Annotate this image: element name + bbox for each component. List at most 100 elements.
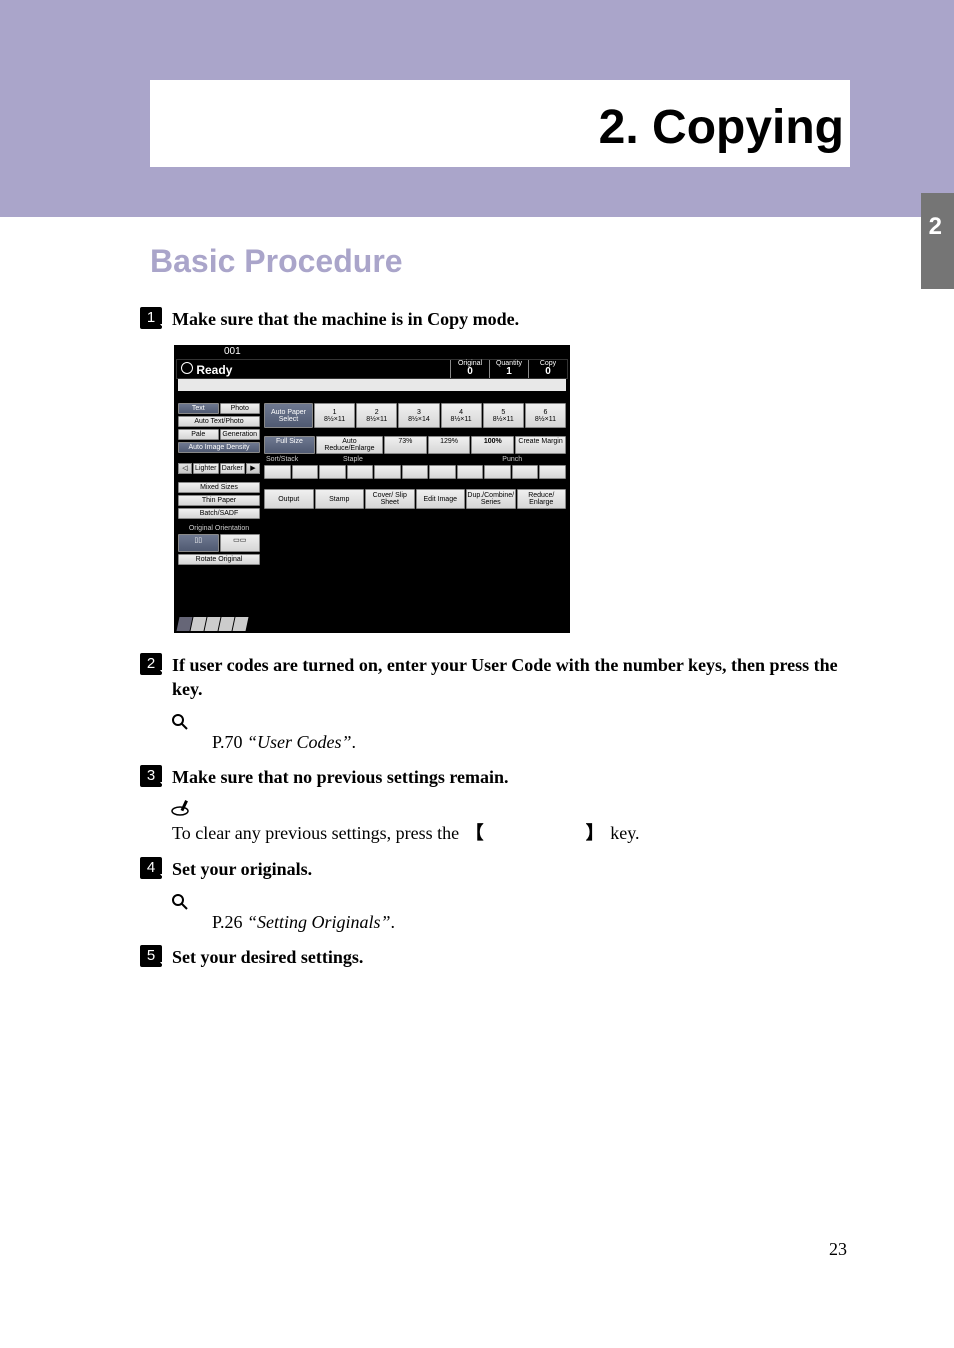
ss-tray-2: 2 8½×11 <box>356 403 397 428</box>
ss-sort-4-icon <box>347 465 374 479</box>
ref-period-2: . <box>352 732 357 752</box>
step-number-icon: 2 <box>140 653 162 675</box>
ss-staple-3-icon <box>429 465 456 479</box>
step-3-note-after: key. <box>610 823 639 843</box>
step-2-text: If user codes are turned on, enter your … <box>172 653 850 701</box>
main-content: 1 Make sure that the machine is in Copy … <box>140 302 850 979</box>
clear-modes-key: 【Clear Modes】 <box>464 819 606 845</box>
ss-staple-2-icon <box>402 465 429 479</box>
ss-top-right: Original 0 Quantity 1 Copy 0 <box>450 360 567 378</box>
ss-body: Text Photo Auto Text/Photo Pale Generati… <box>178 403 566 613</box>
ready-dot-icon <box>181 362 193 374</box>
step-number-value: 5 <box>147 947 155 964</box>
ss-punch-2-icon <box>539 465 566 479</box>
ss-lighter-chip: Lighter <box>193 463 219 474</box>
step-number-value: 1 <box>147 309 155 326</box>
ss-full-size-chip: Full Size <box>264 436 315 454</box>
ss-sort-3-icon <box>319 465 346 479</box>
step-number-value: 2 <box>147 655 155 672</box>
step-2-text-span: If user codes are turned on, enter your … <box>172 655 838 675</box>
ss-orientation-row: ▯▯ ▭▭ <box>178 534 260 552</box>
ss-original-cell: Original 0 <box>450 360 489 378</box>
ss-status-bar: Ready Original 0 Quantity 1 Copy 0 <box>176 359 568 379</box>
step-4: 4 Set your originals. <box>140 857 850 881</box>
step-2: 2 If user codes are turned on, enter you… <box>140 653 850 701</box>
ss-auto-text-photo-chip: Auto Text/Photo <box>178 416 260 427</box>
reference-symbol-row-4 <box>170 892 850 910</box>
ss-tray-4-num: 4 <box>442 409 481 416</box>
side-tab: 2 <box>921 193 954 289</box>
ss-sort-1-icon <box>264 465 291 479</box>
ref-period-4: . <box>391 912 396 932</box>
ss-sort-row <box>264 465 566 479</box>
ss-tray-6: 6 8½×11 <box>525 403 566 428</box>
step-number-icon: 4 <box>140 857 162 879</box>
note-icon <box>170 799 190 817</box>
ss-staple-5-icon <box>484 465 511 479</box>
header-notch <box>150 167 193 217</box>
ss-tray-1: 1 8½×11 <box>314 403 355 428</box>
step-4-reference: P.26 “Setting Originals”. <box>212 912 850 933</box>
ss-tray-5: 5 8½×11 <box>483 403 524 428</box>
ss-dup-chip: Dup./Combine/ Series <box>466 489 516 509</box>
ss-label-row: Sort/Stack Staple Punch <box>264 456 566 463</box>
ss-mixed-chip: Mixed Sizes <box>178 482 260 493</box>
ss-tray-2-num: 2 <box>357 409 396 416</box>
ss-stamp-chip: Stamp <box>315 489 365 509</box>
ss-staple-4-icon <box>457 465 484 479</box>
ss-auto-density-chip: Auto Image Density <box>178 442 260 453</box>
ss-func-row: Output Stamp Cover/ Slip Sheet Edit Imag… <box>264 489 566 509</box>
ss-pale-chip: Pale <box>178 429 219 440</box>
ss-tray-1-size: 8½×11 <box>315 416 354 423</box>
side-tab-number: 2 <box>929 213 942 241</box>
ss-tray-6-size: 8½×11 <box>526 416 565 423</box>
ss-tray-3-num: 3 <box>399 409 438 416</box>
reference-icon <box>170 892 188 910</box>
ss-darker-arrow-icon: ▶ <box>246 463 260 474</box>
step-4-text: Set your originals. <box>172 857 850 881</box>
step-1: 1 Make sure that the machine is in Copy … <box>140 307 850 331</box>
ss-copy-cell: Copy 0 <box>528 360 567 378</box>
ss-counter: 001 <box>224 346 241 357</box>
ss-orient-portrait-icon: ▯▯ <box>178 534 219 552</box>
ss-thin-chip: Thin Paper <box>178 495 260 506</box>
ss-batch-chip: Batch/SADF <box>178 508 260 519</box>
ss-tray-4-size: 8½×11 <box>442 416 481 423</box>
step-number-icon: 3 <box>140 765 162 787</box>
ss-original-value: 0 <box>451 367 489 377</box>
ss-text-chip: Text <box>178 403 219 414</box>
step-2-text-after: key. <box>172 679 203 699</box>
ss-quantity-cell: Quantity 1 <box>489 360 528 378</box>
ss-tray-5-size: 8½×11 <box>484 416 523 423</box>
ss-orient-landscape-icon: ▭▭ <box>220 534 261 552</box>
step-number-value: 3 <box>147 767 155 784</box>
ss-counter-bar: 001 <box>174 345 570 359</box>
copier-screenshot: 001 Ready Original 0 Quantity 1 Copy 0 <box>174 345 570 633</box>
ss-rotate-chip: Rotate Original <box>178 554 260 565</box>
ss-tab-5 <box>233 617 249 631</box>
ss-lighter-arrow-icon: ◁ <box>178 463 192 474</box>
ss-auto-paper-chip: Auto Paper Select <box>264 403 313 428</box>
ref-page-2: P.70 <box>212 732 243 752</box>
step-3-note: To clear any previous settings, press th… <box>172 819 850 845</box>
ss-reduce-chip: Reduce/ Enlarge <box>517 489 567 509</box>
note-symbol-row <box>170 799 850 817</box>
step-1-text: Make sure that the machine is in Copy mo… <box>172 307 850 331</box>
step-number-icon: 1 <box>140 307 162 329</box>
ss-quantity-value: 1 <box>490 367 528 377</box>
ss-tray-4: 4 8½×11 <box>441 403 482 428</box>
ss-auto-re-chip: Auto Reduce/Enlarge <box>316 436 383 454</box>
step-2-reference: P.70 “User Codes”. <box>212 732 850 753</box>
ss-tray-3-size: 8½×14 <box>399 416 438 423</box>
ss-sort-2-icon <box>292 465 319 479</box>
ref-quote-2: “User Codes” <box>247 732 352 752</box>
ss-tray-5-num: 5 <box>484 409 523 416</box>
reference-symbol-row <box>170 711 850 729</box>
ss-right-panel: Auto Paper Select 1 8½×11 2 8½×11 3 8½×1… <box>264 403 566 613</box>
ss-ratio-row: Full Size Auto Reduce/Enlarge 73% 129% 1… <box>264 436 566 454</box>
ss-ratio-129: 129% <box>428 436 471 454</box>
ss-ready-label: Ready <box>177 362 232 377</box>
ss-tray-6-num: 6 <box>526 409 565 416</box>
ss-tray-row: Auto Paper Select 1 8½×11 2 8½×11 3 8½×1… <box>264 403 566 428</box>
ss-staple-1-icon <box>374 465 401 479</box>
